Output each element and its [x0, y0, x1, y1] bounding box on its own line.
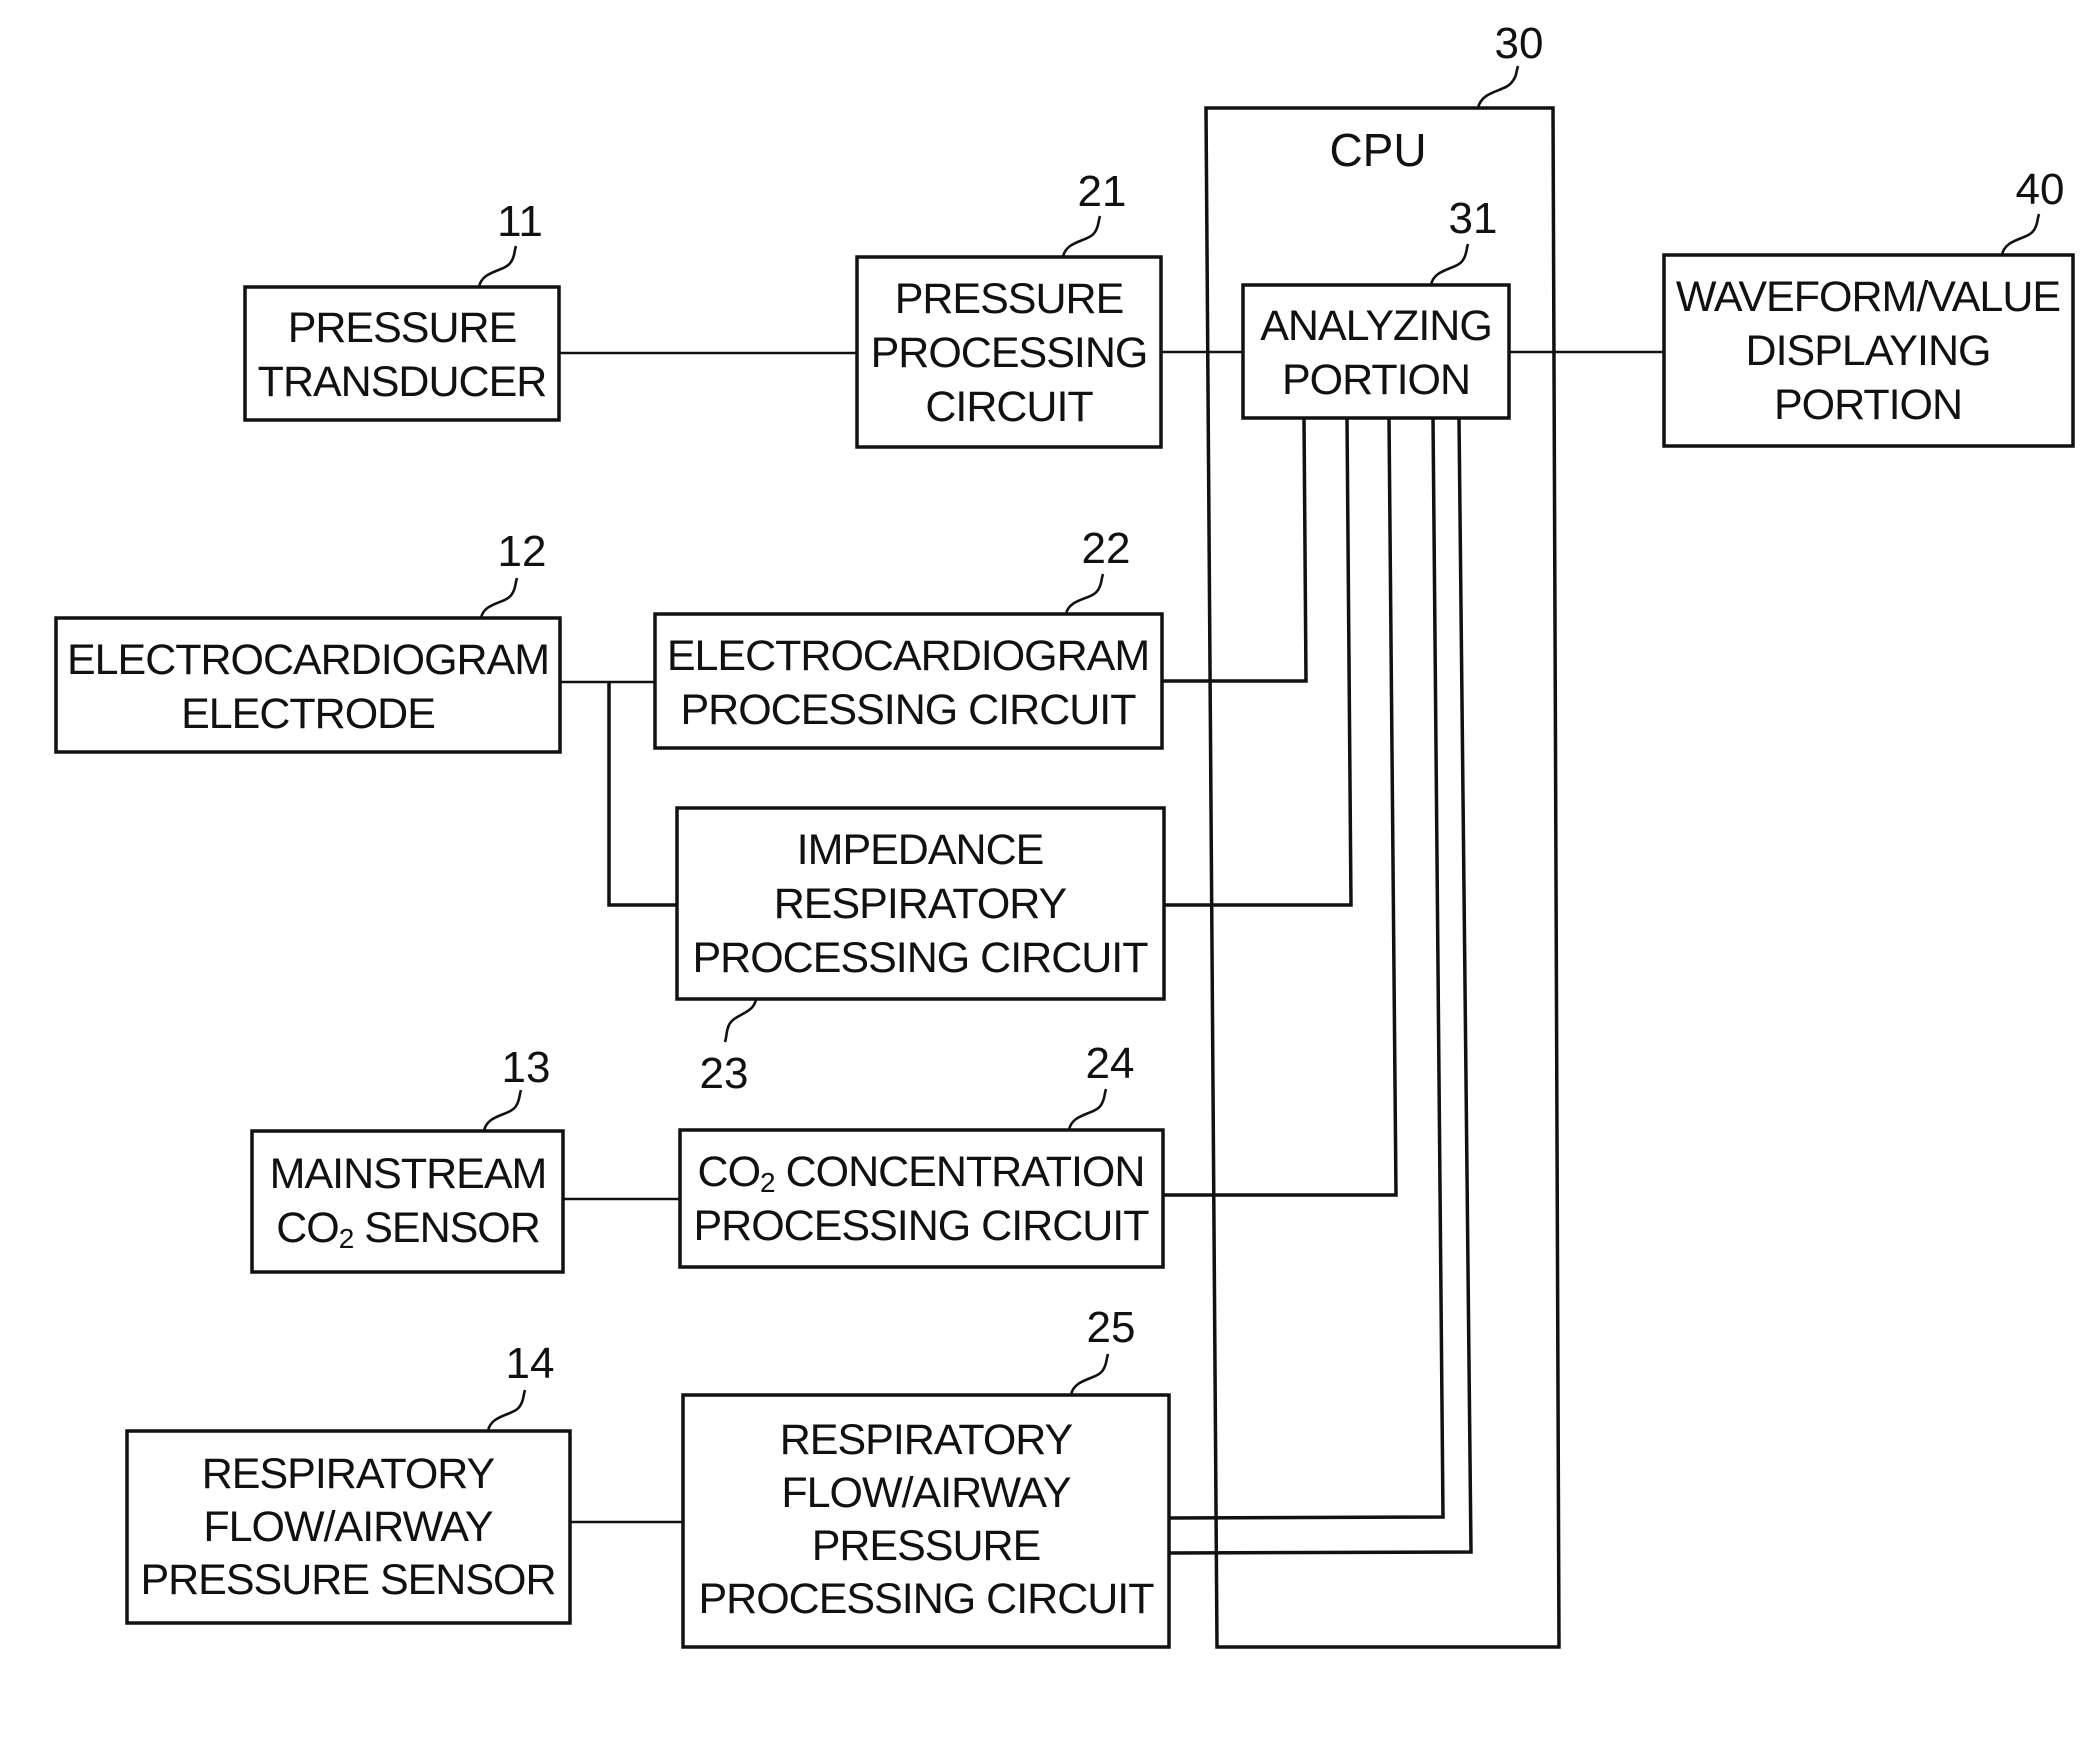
- leader-13: [482, 1089, 523, 1132]
- leader-14: [486, 1389, 527, 1432]
- leader-24: [1067, 1088, 1108, 1131]
- label-line-1: ELECTROCARDIOGRAM: [667, 632, 1149, 680]
- block-pressure-processing-circuit: PRESSURE PROCESSING CIRCUIT 21: [855, 167, 1163, 449]
- label-line-1: WAVEFORM/VALUE: [1676, 273, 2060, 321]
- label-line-4: PROCESSING CIRCUIT: [698, 1575, 1154, 1623]
- label-line-3: PRESSURE SENSOR: [140, 1556, 555, 1604]
- label-line-1: PRESSURE: [288, 304, 517, 352]
- label-line-1: RESPIRATORY: [780, 1416, 1073, 1464]
- ref-label-22: 22: [1082, 524, 1131, 573]
- leader-23: [723, 998, 758, 1043]
- ref-label-21: 21: [1078, 167, 1127, 216]
- block-ecg-electrode: ELECTROCARDIOGRAM ELECTRODE 12: [54, 527, 562, 754]
- leader-11: [477, 245, 518, 288]
- label-line-1: PRESSURE: [895, 275, 1124, 323]
- label-line-3: PORTION: [1774, 381, 1962, 429]
- leader-22: [1064, 573, 1105, 615]
- block-mainstream-co2-sensor: MAINSTREAM CO2 SENSOR 13: [250, 1043, 565, 1274]
- label-line-2: DISPLAYING: [1746, 327, 1991, 375]
- cpu-title: CPU: [1329, 124, 1426, 176]
- leader-40: [2000, 213, 2041, 256]
- label-line-2: FLOW/AIRWAY: [781, 1469, 1071, 1517]
- label-line-1: ELECTROCARDIOGRAM: [67, 636, 549, 684]
- label-line-3: PROCESSING CIRCUIT: [692, 934, 1148, 982]
- ref-label-23: 23: [700, 1049, 749, 1098]
- block-ecg-processing-circuit: ELECTROCARDIOGRAM PROCESSING CIRCUIT 22: [653, 524, 1164, 750]
- label-line-2: PROCESSING CIRCUIT: [693, 1202, 1149, 1250]
- ref-label-14: 14: [506, 1339, 555, 1388]
- ref-label-40: 40: [2016, 165, 2065, 214]
- block-respiratory-flow-circuit: RESPIRATORY FLOW/AIRWAY PRESSURE PROCESS…: [681, 1303, 1171, 1649]
- label-line-2: PORTION: [1282, 356, 1470, 404]
- ref-label-31: 31: [1449, 194, 1498, 243]
- co2-suffix: SENSOR: [353, 1204, 540, 1252]
- co2-subscript: 2: [339, 1223, 354, 1254]
- label-line-2: CO2 SENSOR: [276, 1204, 540, 1254]
- label-line-2: ELECTRODE: [181, 690, 435, 738]
- leader-30: [1476, 65, 1520, 109]
- label-line-1: IMPEDANCE: [797, 826, 1044, 874]
- co2-suffix: CONCENTRATION: [775, 1148, 1145, 1196]
- leader-21: [1061, 215, 1102, 258]
- label-line-2: RESPIRATORY: [774, 880, 1067, 928]
- ref-label-25: 25: [1087, 1303, 1136, 1352]
- co2-prefix: CO: [698, 1148, 761, 1196]
- block-co2-concentration-circuit: CO2 CONCENTRATION PROCESSING CIRCUIT 24: [678, 1039, 1165, 1269]
- ref-label-12: 12: [498, 527, 547, 576]
- ref-label-13: 13: [502, 1043, 551, 1092]
- label-line-2: TRANSDUCER: [258, 358, 547, 406]
- block-diagram: CPU 30 PRESSURE TRANSDUCER 11 ELECTROCAR…: [54, 19, 2075, 1649]
- block-respiratory-flow-sensor: RESPIRATORY FLOW/AIRWAY PRESSURE SENSOR …: [125, 1339, 572, 1625]
- block-analyzing-portion: ANALYZING PORTION 31: [1241, 194, 1511, 420]
- wire-22-31: [1162, 417, 1308, 683]
- ref-label-30: 30: [1495, 19, 1544, 68]
- label-line-1: ANALYZING: [1260, 302, 1492, 350]
- label-line-1: MAINSTREAM: [270, 1150, 547, 1198]
- block-waveform-display: WAVEFORM/VALUE DISPLAYING PORTION 40: [1662, 165, 2075, 448]
- cpu-container: CPU 30: [1204, 19, 1561, 1649]
- leader-12: [479, 577, 519, 619]
- label-line-1: RESPIRATORY: [202, 1450, 495, 1498]
- label-line-2: PROCESSING CIRCUIT: [680, 686, 1136, 734]
- co2-subscript: 2: [760, 1167, 775, 1198]
- block-pressure-transducer: PRESSURE TRANSDUCER 11: [243, 197, 561, 422]
- leader-31: [1429, 243, 1470, 286]
- ref-label-11: 11: [497, 197, 543, 246]
- wire-24-31: [1163, 417, 1398, 1197]
- wire-23-31: [1164, 417, 1353, 907]
- label-line-2: PROCESSING: [871, 329, 1148, 377]
- label-line-3: CIRCUIT: [925, 383, 1093, 431]
- label-line-2: FLOW/AIRWAY: [203, 1503, 493, 1551]
- co2-prefix: CO: [276, 1204, 339, 1252]
- ref-label-24: 24: [1086, 1039, 1135, 1088]
- label-line-3: PRESSURE: [812, 1522, 1041, 1570]
- leader-25: [1069, 1353, 1110, 1396]
